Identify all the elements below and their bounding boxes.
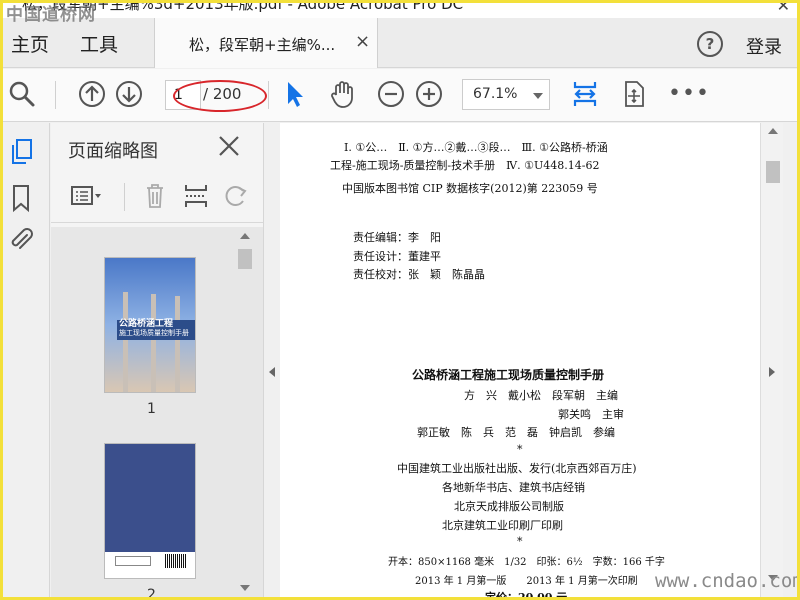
cover-tower: [151, 294, 156, 392]
doc-line: *: [517, 535, 523, 548]
collapse-left-icon[interactable]: [269, 367, 275, 377]
thumbnails-panel: 页面缩略图 公路桥涵工程 施工现场质量控制手册 1 2: [51, 123, 263, 600]
bookmark-icon[interactable]: [7, 183, 35, 213]
doc-line: 各地新华书店、建筑书店经销: [442, 481, 585, 494]
page-thumbnails-icon[interactable]: [7, 137, 35, 167]
attachment-icon[interactable]: [7, 225, 35, 255]
barcode: [165, 554, 187, 568]
doc-price: 定价：20.00 元: [485, 591, 568, 600]
thumbnail-options-icon[interactable]: [69, 181, 103, 211]
doc-line: 北京天成排版公司制版: [454, 500, 564, 513]
doc-line: 方 兴 戴小松 段军朝 主编: [464, 389, 618, 402]
doc-line: 中国版本图书馆 CIP 数据核字(2012)第 223059 号: [342, 182, 598, 195]
cover-subtitle: 施工现场质量控制手册: [119, 329, 189, 337]
title-bar: 松，段军朝+主编%3d+2013年版.pdf - Adobe Acrobat P…: [0, 0, 800, 18]
scroll-thumb[interactable]: [238, 249, 252, 269]
next-page-icon[interactable]: [114, 79, 144, 109]
doc-line: 中国建筑工业出版社出版、发行(北京西郊百万庄): [397, 462, 637, 475]
thumbnail-label: 1: [147, 401, 156, 417]
close-tab-icon[interactable]: ×: [355, 31, 370, 52]
panel-splitter[interactable]: [263, 123, 280, 600]
zoom-out-icon[interactable]: [376, 79, 406, 109]
doc-line: 2013 年 1 月第一版 2013 年 1 月第一次印刷: [415, 576, 638, 587]
page-thumbnail-2[interactable]: [104, 443, 196, 579]
zoom-value: 67.1%: [473, 86, 518, 102]
doc-line: *: [517, 443, 523, 456]
left-icon-rail: [0, 123, 50, 600]
thumbnail-label: 2: [147, 587, 156, 600]
thumbnail-list: 公路桥涵工程 施工现场质量控制手册 1 2: [51, 227, 263, 600]
zoom-in-icon[interactable]: [414, 79, 444, 109]
full-screen-icon[interactable]: [619, 79, 649, 109]
doc-line: 责任编辑：李 阳: [353, 231, 441, 244]
page-thumbnail-1[interactable]: 公路桥涵工程 施工现场质量控制手册: [104, 257, 196, 393]
doc-line: 郭关鸣 主审: [558, 408, 624, 421]
chevron-down-icon: [533, 93, 543, 99]
expand-right-icon[interactable]: [769, 367, 775, 377]
zoom-dropdown[interactable]: 67.1%: [462, 79, 550, 110]
toolbar: 1 / 200 67.1% •••: [0, 69, 800, 122]
document-tab-name: 松，段军朝+主编%...: [189, 36, 336, 54]
doc-line: 郭正敏 陈 兵 范 磊 钟启凯 参编: [417, 426, 615, 439]
doc-line: 责任设计：董建平: [353, 250, 441, 263]
tab-home[interactable]: 主页: [11, 30, 49, 57]
insert-page-icon[interactable]: [180, 181, 214, 211]
delete-page-icon[interactable]: [138, 181, 172, 211]
book-title: 公路桥涵工程施工现场质量控制手册: [412, 368, 605, 382]
scroll-up-icon[interactable]: [768, 128, 778, 134]
document-page[interactable]: Ⅰ. ①公… Ⅱ. ①方…②戴…③段… Ⅲ. ①公路桥-桥涵 工程-施工现场-质…: [280, 123, 760, 600]
hand-tool-icon[interactable]: [327, 79, 357, 109]
scroll-thumb[interactable]: [766, 161, 780, 183]
doc-line: 工程-施工现场-质量控制-技术手册 Ⅳ. ①U448.14-62: [330, 159, 600, 172]
doc-line: 北京建筑工业印刷厂印刷: [442, 519, 563, 532]
tab-tools[interactable]: 工具: [80, 30, 118, 57]
right-margin: [783, 123, 800, 600]
tab-document[interactable]: 松，段军朝+主编%... ×: [154, 18, 378, 68]
panel-separator: [124, 183, 125, 211]
previous-page-icon[interactable]: [77, 79, 107, 109]
doc-line: 责任校对：张 颖 陈晶晶: [353, 268, 485, 281]
fit-width-icon[interactable]: [570, 79, 600, 109]
doc-line: 开本：850×1168 毫米 1/32 印张：6½ 字数：166 千字: [388, 557, 665, 568]
scroll-down-icon[interactable]: [240, 585, 250, 591]
toolbar-separator: [55, 81, 56, 109]
watermark-top-left: 中国道桥网: [6, 5, 96, 25]
cover-tower: [175, 296, 180, 392]
panel-toolbar: [51, 173, 263, 223]
highlight-oval: [173, 80, 267, 112]
back-cover: [105, 444, 195, 552]
back-cover-box: [115, 556, 151, 566]
select-cursor-icon[interactable]: [280, 79, 310, 109]
search-icon[interactable]: [7, 79, 37, 109]
panel-title: 页面缩略图: [68, 141, 158, 162]
doc-line: Ⅰ. ①公… Ⅱ. ①方…②戴…③段… Ⅲ. ①公路桥-桥涵: [344, 141, 608, 154]
scroll-up-icon[interactable]: [240, 233, 250, 239]
document-scrollbar[interactable]: [760, 123, 783, 600]
close-panel-icon[interactable]: [216, 133, 242, 159]
cover-tower: [123, 292, 128, 392]
watermark-bottom-right: www.cndao.com: [655, 570, 800, 592]
window-close-icon[interactable]: ✕: [777, 0, 790, 15]
thumbnail-scrollbar[interactable]: [237, 227, 253, 600]
help-icon[interactable]: ?: [697, 31, 723, 57]
tab-bar: 主页 工具 松，段军朝+主编%... × ? 登录: [0, 18, 800, 68]
toolbar-separator: [268, 81, 269, 109]
more-tools-icon[interactable]: •••: [668, 81, 710, 106]
login-button[interactable]: 登录: [746, 33, 782, 59]
rotate-page-icon[interactable]: [219, 181, 253, 211]
